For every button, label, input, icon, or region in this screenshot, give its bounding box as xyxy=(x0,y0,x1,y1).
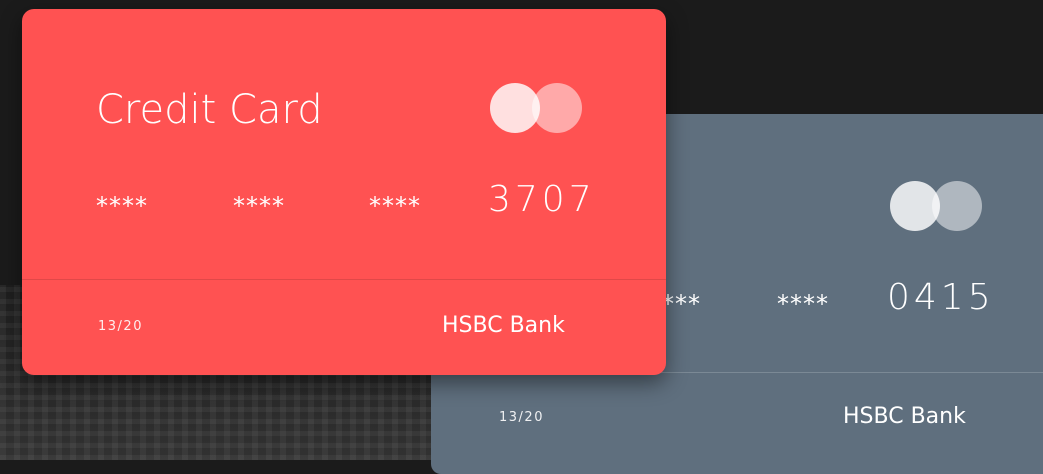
card-bank-name: HSBC Bank xyxy=(843,404,966,429)
card-network-logo-icon xyxy=(890,181,982,231)
credit-card-front[interactable]: Credit Card **** **** **** 3707 13/20 HS… xyxy=(22,9,666,375)
card-number-group: **** xyxy=(777,290,829,318)
card-title: Credit Card xyxy=(96,87,323,133)
card-expiry: 13/20 xyxy=(499,410,544,425)
card-number-group: **** xyxy=(96,192,148,220)
card-network-logo-icon xyxy=(490,83,582,133)
card-number-group: **** xyxy=(369,192,421,220)
card-expiry: 13/20 xyxy=(98,319,143,334)
card-last-four: 0415 xyxy=(887,277,995,318)
card-divider xyxy=(22,279,666,280)
card-number-group: **** xyxy=(233,192,285,220)
card-last-four: 3707 xyxy=(488,179,596,220)
card-bank-name: HSBC Bank xyxy=(442,313,565,338)
